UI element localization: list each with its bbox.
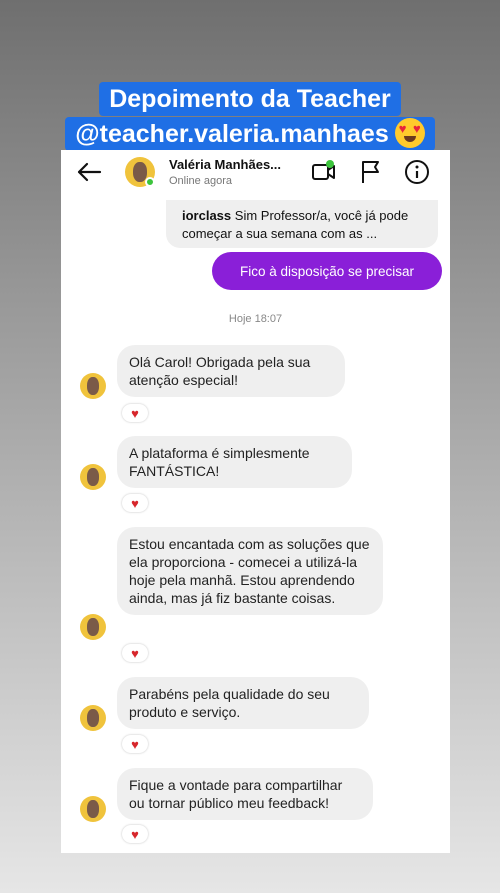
quoted-message: iorclass Sim Professor/a, você já pode c…: [166, 200, 438, 248]
sender-avatar: [80, 464, 106, 490]
story-title-line1: Depoimento da Teacher: [99, 82, 401, 116]
heart-reaction-icon[interactable]: ♥: [122, 825, 148, 843]
story-title-line2: @teacher.valeria.manhaes: [65, 117, 435, 151]
quoted-sender: iorclass: [182, 208, 232, 223]
chat-screenshot: Valéria Manhães... Online agora iorclass…: [61, 150, 450, 853]
heart-eyes-emoji-icon: [394, 118, 425, 149]
info-icon[interactable]: [404, 159, 430, 185]
heart-reaction-icon[interactable]: ♥: [122, 735, 148, 753]
message-bubble: Fique a vontade para compartilhar ou tor…: [117, 768, 373, 820]
heart-reaction-icon[interactable]: ♥: [122, 404, 148, 422]
message-bubble: A plataforma é simplesmente FANTÁSTICA!: [117, 436, 352, 488]
contact-name[interactable]: Valéria Manhães...: [169, 157, 281, 172]
story-title-handle: @teacher.valeria.manhaes: [75, 120, 389, 148]
sender-avatar: [80, 614, 106, 640]
online-status-dot: [145, 177, 155, 187]
outgoing-message: Fico à disposição se precisar: [212, 252, 442, 290]
chat-header: Valéria Manhães... Online agora: [61, 150, 450, 196]
heart-reaction-icon[interactable]: ♥: [122, 494, 148, 512]
sender-avatar: [80, 705, 106, 731]
video-call-icon[interactable]: [311, 159, 337, 185]
message-timestamp: Hoje 18:07: [228, 313, 283, 325]
flag-icon[interactable]: [358, 159, 384, 185]
message-bubble: Olá Carol! Obrigada pela sua atenção esp…: [117, 345, 345, 397]
message-bubble: Estou encantada com as soluções que ela …: [117, 527, 383, 615]
heart-reaction-icon[interactable]: ♥: [122, 644, 148, 662]
sender-avatar: [80, 373, 106, 399]
contact-status: Online agora: [169, 175, 232, 187]
back-arrow-icon[interactable]: [75, 160, 103, 184]
message-bubble: Parabéns pela qualidade do seu produto e…: [117, 677, 369, 729]
story-title: Depoimento da Teacher @teacher.valeria.m…: [0, 82, 500, 151]
sender-avatar: [80, 796, 106, 822]
